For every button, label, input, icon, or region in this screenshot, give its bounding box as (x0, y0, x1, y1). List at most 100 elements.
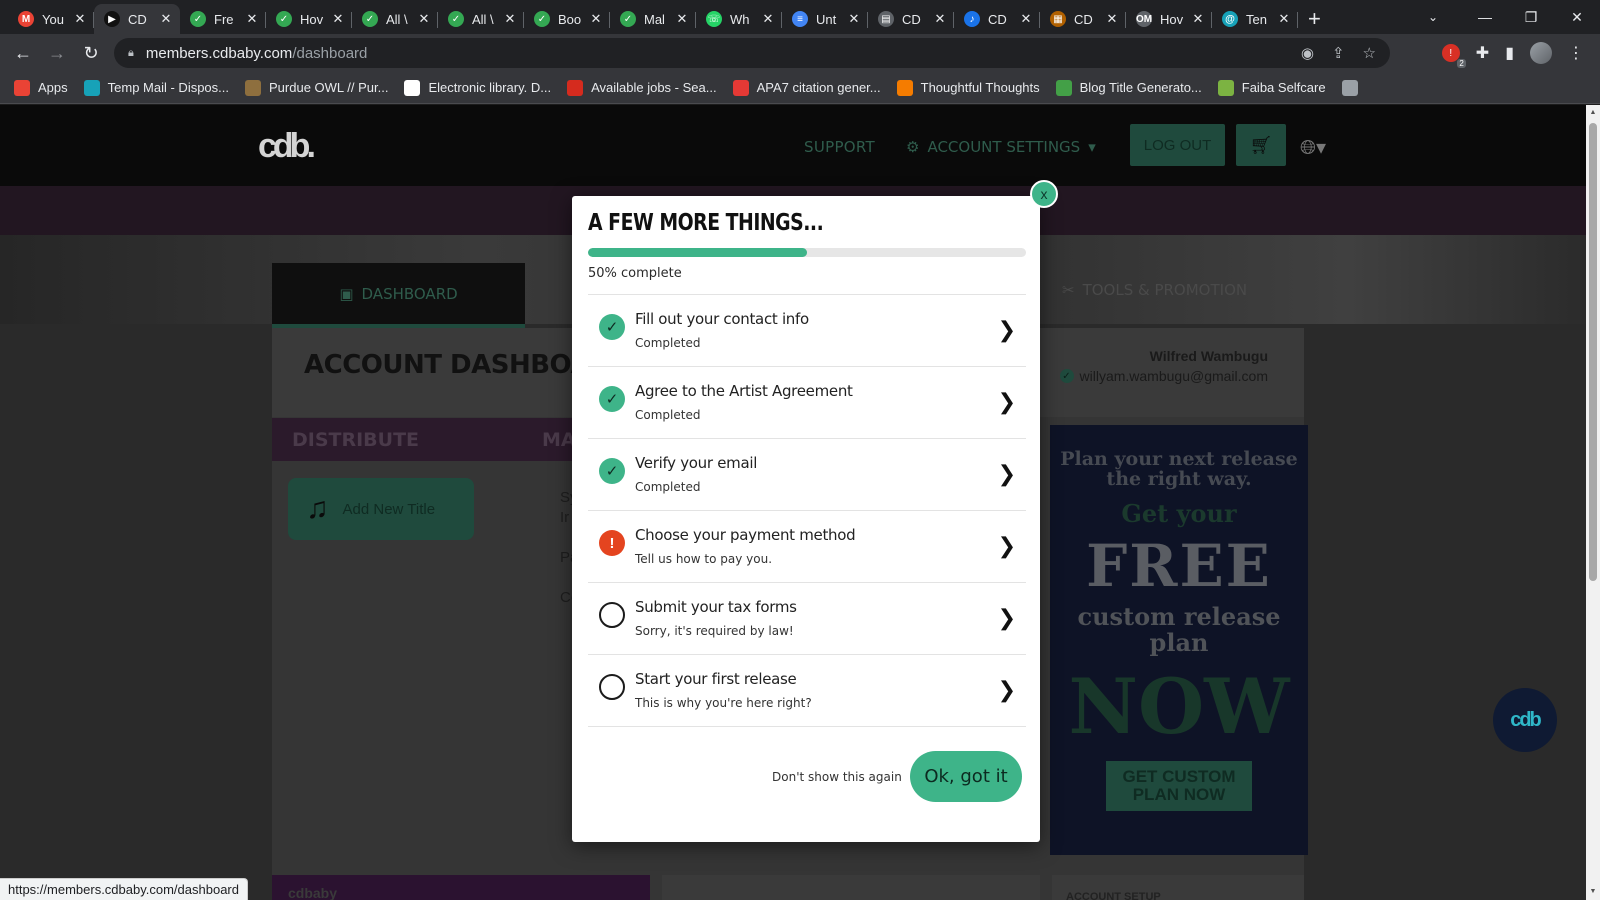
close-tab-icon[interactable]: ✕ (588, 11, 604, 27)
forward-button[interactable]: → (40, 36, 74, 70)
nav-account-settings[interactable]: ⚙ ACCOUNT SETTINGS ▾ (906, 138, 1096, 156)
dont-show-again-link[interactable]: Don't show this again (772, 770, 902, 784)
share-icon[interactable]: ⇪ (1332, 44, 1345, 62)
add-new-title-button[interactable]: ♫ Add New Title (288, 478, 474, 540)
task-title: Verify your email (635, 454, 758, 472)
release-plan-ad[interactable]: Plan your next release the right way. Ge… (1050, 425, 1308, 855)
profile-avatar[interactable] (1530, 42, 1552, 64)
modal-close-button[interactable]: x (1030, 180, 1058, 208)
browser-tab[interactable]: ✓ Hov ✕ (266, 4, 352, 34)
window-controls: — ❐ ✕ (1462, 0, 1600, 34)
close-tab-icon[interactable]: ✕ (1104, 11, 1120, 27)
check-circle-icon: ✓ (599, 314, 625, 340)
bookmark-item[interactable]: APA7 citation gener... (732, 79, 881, 96)
star-icon[interactable]: ☆ (1363, 44, 1376, 62)
bookmark-label: APA7 citation gener... (756, 80, 881, 95)
bookmark-item[interactable] (1341, 79, 1366, 96)
distribute-header: DISTRIBUTE (272, 418, 525, 461)
bookmark-item[interactable]: Purdue OWL // Pur... (245, 79, 388, 96)
close-tab-icon[interactable]: ✕ (330, 11, 346, 27)
browser-tab[interactable]: ☏ Wh ✕ (696, 4, 782, 34)
browser-tab[interactable]: ✓ Fre ✕ (180, 4, 266, 34)
chevron-right-icon: ❯ (997, 389, 1016, 414)
close-tab-icon[interactable]: ✕ (1190, 11, 1206, 27)
browser-tab[interactable]: ▦ CD ✕ (1040, 4, 1126, 34)
sidebar-icon[interactable]: ▮ (1505, 43, 1514, 63)
task-item[interactable]: ! Choose your payment method Tell us how t… (588, 511, 1026, 583)
puzzle-icon[interactable]: ✚ (1476, 43, 1489, 63)
scrollbar-thumb[interactable] (1589, 123, 1597, 581)
browser-tab[interactable]: ✓ Boo ✕ (524, 4, 610, 34)
reload-button[interactable]: ↻ (74, 36, 108, 70)
language-globe-icon[interactable]: 🌐︎▾ (1300, 135, 1326, 160)
browser-tab[interactable]: M You ✕ (8, 4, 94, 34)
new-tab-button[interactable]: + (1308, 4, 1321, 34)
tab-tools-promotion[interactable]: ✂ TOOLS & PROMOTION (1062, 281, 1247, 299)
browser-tab[interactable]: ▤ CD ✕ (868, 4, 954, 34)
chat-launcher-button[interactable]: cdb (1493, 688, 1557, 752)
bookmark-item[interactable]: Electronic library. D... (404, 79, 551, 96)
close-tab-icon[interactable]: ✕ (1276, 11, 1292, 27)
cdbaby-promo-card[interactable]: cdbaby (272, 875, 650, 900)
page-scrollbar[interactable]: ▲ ▼ (1586, 105, 1600, 900)
google-docs-icon: ≡ (792, 11, 808, 27)
browser-tab-label: CD (902, 11, 921, 27)
close-tab-icon[interactable]: ✕ (1018, 11, 1034, 27)
close-tab-icon[interactable]: ✕ (932, 11, 948, 27)
bookmark-item[interactable]: Available jobs - Sea... (567, 79, 717, 96)
promo-card[interactable] (662, 875, 1040, 900)
ad-cta-button[interactable]: GET CUSTOM PLAN NOW (1106, 761, 1252, 811)
task-item[interactable]: Start your first release This is why you'… (588, 655, 1026, 727)
close-tab-icon[interactable]: ✕ (72, 11, 88, 27)
task-item[interactable]: ✓ Fill out your contact info Completed ❯ (588, 295, 1026, 367)
back-button[interactable]: ← (6, 36, 40, 70)
bookmark-item[interactable]: Faiba Selfcare (1217, 79, 1326, 96)
task-item[interactable]: ✓ Agree to the Artist Agreement Completed ❯ (588, 367, 1026, 439)
address-bar[interactable]: 🔒︎ members.cdbaby.com/dashboard ◉ ⇪ ☆ (114, 38, 1390, 68)
close-tab-icon[interactable]: ✕ (760, 11, 776, 27)
close-tab-icon[interactable]: ✕ (158, 11, 174, 27)
browser-tab[interactable]: ✓ All \ ✕ (352, 4, 438, 34)
ok-got-it-button[interactable]: Ok, got it (910, 751, 1022, 802)
close-window-button[interactable]: ✕ (1554, 0, 1600, 34)
close-tab-icon[interactable]: ✕ (502, 11, 518, 27)
cart-button[interactable]: 🛒︎ (1236, 124, 1286, 166)
cdbaby-logo[interactable]: cdb. (258, 127, 320, 165)
browser-tab-label: All \ (472, 11, 494, 27)
scroll-up-icon[interactable]: ▲ (1589, 109, 1597, 117)
close-tab-icon[interactable]: ✕ (674, 11, 690, 27)
nav-support-link[interactable]: SUPPORT (804, 138, 875, 156)
browser-tab[interactable]: ✓ Mal ✕ (610, 4, 696, 34)
browser-tab[interactable]: ✓ All \ ✕ (438, 4, 524, 34)
browser-tab[interactable]: @ Ten ✕ (1212, 4, 1298, 34)
menu-kebab-icon[interactable]: ⋮ (1568, 43, 1584, 63)
restore-button[interactable]: ❐ (1508, 0, 1554, 34)
scroll-down-icon[interactable]: ▼ (1589, 888, 1597, 896)
lock-icon[interactable]: 🔒︎ (128, 47, 134, 60)
tab-dashboard-label: DASHBOARD (361, 284, 458, 303)
task-item[interactable]: Submit your tax forms Sorry, it's require… (588, 583, 1026, 655)
bookmark-item[interactable]: Blog Title Generato... (1055, 79, 1202, 96)
account-setup-card[interactable]: ACCOUNT SETUP (1052, 875, 1304, 900)
bookmark-item[interactable]: Thoughtful Thoughts (896, 79, 1040, 96)
chevron-right-icon: ❯ (997, 317, 1016, 342)
task-item[interactable]: ✓ Verify your email Completed ❯ (588, 439, 1026, 511)
bookmark-item[interactable]: Temp Mail - Dispos... (83, 79, 229, 96)
tab-dashboard[interactable]: ▣ DASHBOARD (272, 263, 525, 329)
site-header: cdb. SUPPORT ⚙ ACCOUNT SETTINGS ▾ LOG OU… (0, 105, 1586, 186)
extension-shield-icon[interactable]: ! 2 (1441, 44, 1466, 68)
tab-search-icon[interactable]: ⌄ (1418, 0, 1448, 34)
browser-tab[interactable]: ≡ Unt ✕ (782, 4, 868, 34)
minimize-button[interactable]: — (1462, 0, 1508, 34)
ad-line-4: custom release plan (1077, 602, 1281, 657)
close-tab-icon[interactable]: ✕ (244, 11, 260, 27)
close-tab-icon[interactable]: ✕ (846, 11, 862, 27)
eye-off-icon[interactable]: ◉ (1301, 44, 1314, 62)
browser-tab[interactable]: OM Hov ✕ (1126, 4, 1212, 34)
cdbaby-chat-icon: cdb (1510, 708, 1542, 731)
close-tab-icon[interactable]: ✕ (416, 11, 432, 27)
bookmark-item[interactable]: Apps (14, 79, 68, 96)
browser-tab[interactable]: ♪ CD ✕ (954, 4, 1040, 34)
logout-button[interactable]: LOG OUT (1130, 124, 1225, 166)
browser-tab[interactable]: ▶ CD ✕ (94, 4, 180, 34)
